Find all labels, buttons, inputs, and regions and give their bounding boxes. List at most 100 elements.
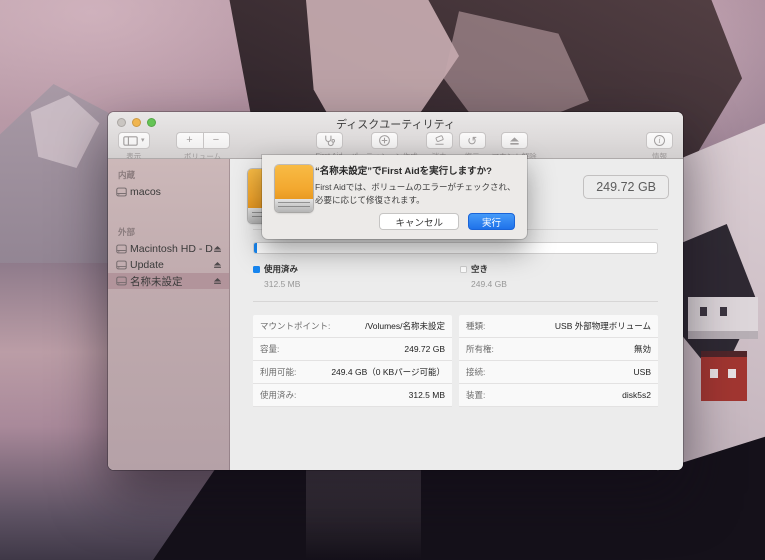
house-window [700, 307, 707, 316]
free-label: 空き [471, 263, 488, 275]
drive-icon-body [275, 165, 313, 199]
row-value: USB 外部物理ボリューム [555, 320, 651, 332]
run-button[interactable]: 実行 [468, 213, 515, 230]
row-label: マウントポイント: [260, 320, 330, 332]
capacity-badge: 249.72 GB [583, 175, 669, 199]
table-row: 使用済み: 312.5 MB [253, 384, 452, 407]
table-row: 装置: disk5s2 [459, 384, 658, 407]
disk-utility-window: ディスクユーティリティ ▾ 表示 + − [108, 112, 683, 470]
row-value: 249.72 GB [404, 344, 445, 354]
row-label: 所有権: [466, 343, 494, 355]
row-value: 249.4 GB（0 KBパージ可能） [331, 366, 445, 378]
restore-arrow-icon: ↺ [467, 135, 477, 147]
info-table-left: マウントポイント: /Volumes/名称未設定 容量: 249.72 GB 利… [253, 315, 452, 407]
drive-slot [278, 206, 310, 207]
window-header: ディスクユーティリティ ▾ 表示 + − [108, 112, 683, 159]
row-value: /Volumes/名称未設定 [365, 320, 445, 332]
usage-legend: 使用済み 312.5 MB 空き 249.4 GB [253, 263, 667, 289]
eject-icon [509, 136, 520, 146]
partition-button[interactable] [371, 132, 398, 149]
table-row: マウントポイント: /Volumes/名称未設定 [253, 315, 452, 338]
legend-free: 空き 249.4 GB [460, 263, 667, 289]
row-value: disk5s2 [622, 390, 651, 400]
house-window [720, 307, 727, 316]
info-button[interactable]: i [646, 132, 673, 149]
table-row: 容量: 249.72 GB [253, 338, 452, 361]
info-table-right: 種類: USB 外部物理ボリューム 所有権: 無効 接続: USB 装置: [459, 315, 658, 407]
unmount-button[interactable] [501, 132, 528, 149]
external-drive-icon [275, 165, 313, 212]
toolbar-info: i 情報 [646, 132, 673, 162]
free-value: 249.4 GB [471, 279, 667, 289]
window-title: ディスクユーティリティ [108, 116, 683, 132]
sidebar-item-untitled[interactable]: 名称未設定 [108, 273, 229, 289]
dialog-message: First Aidでは、ボリュームのエラーがチェックされ、必要に応じて修復されま… [315, 181, 519, 207]
toolbar-view: ▾ 表示 [118, 132, 150, 162]
row-label: 利用可能: [260, 366, 296, 378]
usage-bar-used-segment [254, 243, 257, 253]
sidebar-item-update[interactable]: Update [108, 257, 229, 273]
row-label: 容量: [260, 343, 279, 355]
sidebar-item-label: Update [130, 259, 213, 271]
row-value: 312.5 MB [409, 390, 445, 400]
sidebar-panel-icon [123, 136, 138, 146]
drive-icon [116, 187, 127, 200]
sidebar-item-label: 名称未設定 [130, 274, 213, 289]
remove-volume-button[interactable]: − [203, 132, 230, 149]
sidebar-gap [108, 200, 229, 226]
sidebar: 内蔵 macos 外部 Macintosh HD - Data [108, 159, 230, 470]
eraser-icon-button[interactable] [426, 132, 453, 149]
used-label: 使用済み [264, 263, 298, 275]
wallpaper-white-house [688, 297, 758, 339]
row-value: 無効 [634, 343, 651, 355]
eject-button[interactable] [213, 261, 222, 269]
legend-used: 使用済み 312.5 MB [253, 263, 460, 289]
row-label: 種類: [466, 320, 485, 332]
sidebar-item-label: Macintosh HD - Data [130, 243, 213, 255]
toolbar-volume: + − ボリューム [176, 132, 230, 162]
stethoscope-icon [322, 134, 336, 147]
dialog-title: “名称未設定”でFirst Aidを実行しますか? [315, 166, 517, 178]
row-label: 接続: [466, 366, 485, 378]
dialog-buttons: キャンセル 実行 [379, 213, 515, 230]
drive-slot [278, 202, 310, 203]
sidebar-item-macos[interactable]: macos [108, 184, 229, 200]
wallpaper-reflection [306, 459, 421, 560]
drive-icon [116, 244, 127, 257]
eject-button[interactable] [213, 245, 222, 253]
partition-pie-icon [378, 134, 391, 147]
add-volume-button[interactable]: + [176, 132, 203, 149]
sidebar-section-internal: 内蔵 [108, 169, 229, 184]
drive-icon [116, 276, 127, 289]
cancel-button[interactable]: キャンセル [379, 213, 459, 230]
sidebar-section-external: 外部 [108, 226, 229, 241]
eraser-icon [433, 134, 446, 147]
eject-button[interactable] [213, 277, 222, 285]
house-window [710, 369, 718, 378]
free-swatch-icon [460, 266, 467, 273]
chevron-down-icon: ▾ [141, 137, 145, 144]
desktop: ディスクユーティリティ ▾ 表示 + − [0, 0, 765, 560]
info-circle-icon: i [654, 135, 665, 146]
drive-icon-base [275, 199, 313, 212]
divider [253, 301, 658, 302]
row-label: 装置: [466, 389, 485, 401]
house-window [728, 369, 736, 378]
sidebar-item-label: macos [130, 186, 222, 198]
table-row: 接続: USB [459, 361, 658, 384]
usage-bar [253, 242, 658, 254]
wallpaper-red-house [701, 351, 747, 401]
table-row: 所有権: 無効 [459, 338, 658, 361]
used-value: 312.5 MB [264, 279, 460, 289]
view-button[interactable]: ▾ [118, 132, 150, 149]
restore-button[interactable]: ↺ [459, 132, 486, 149]
sidebar-item-macintosh-hd-data[interactable]: Macintosh HD - Data [108, 241, 229, 257]
first-aid-button[interactable] [316, 132, 343, 149]
table-row: 種類: USB 外部物理ボリューム [459, 315, 658, 338]
first-aid-dialog: “名称未設定”でFirst Aidを実行しますか? First Aidでは、ボリ… [262, 155, 527, 239]
row-label: 使用済み: [260, 389, 296, 401]
window-titlebar[interactable]: ディスクユーティリティ [108, 112, 683, 132]
row-value: USB [634, 367, 651, 377]
volume-info-table: マウントポイント: /Volumes/名称未設定 容量: 249.72 GB 利… [253, 315, 658, 407]
table-row: 利用可能: 249.4 GB（0 KBパージ可能） [253, 361, 452, 384]
